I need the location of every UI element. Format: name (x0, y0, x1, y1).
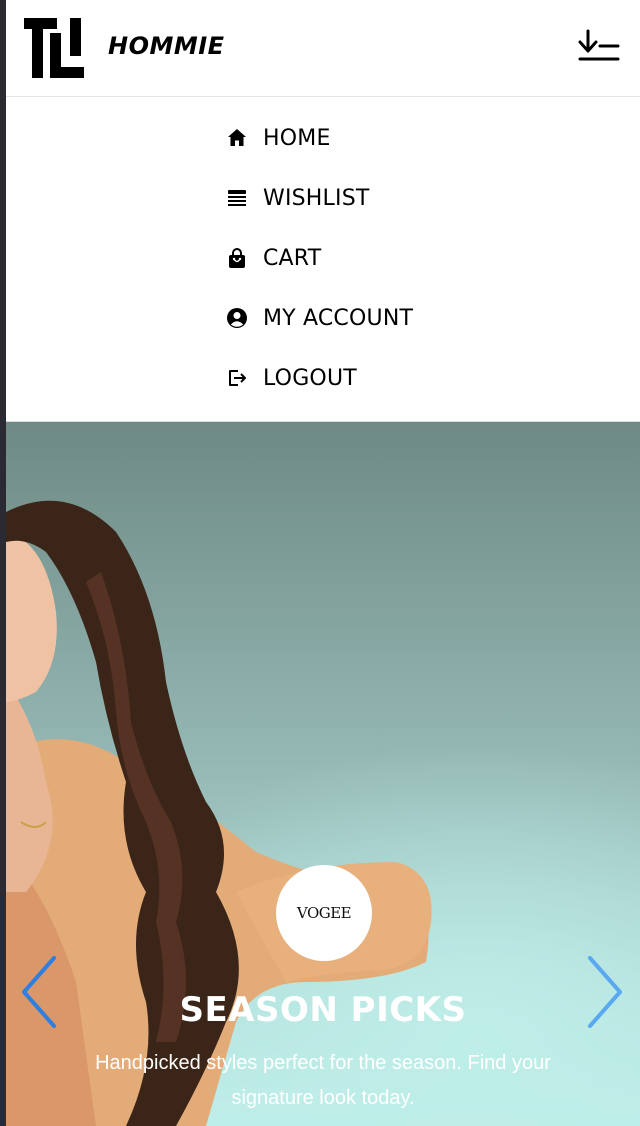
nav-item-home[interactable]: HOME (226, 118, 486, 158)
hommie-logo-icon[interactable] (24, 18, 84, 78)
app-frame: HOMMIE HOME WISHLIST CART MY ACCOUNT LOG… (6, 0, 640, 1126)
list-icon (228, 190, 246, 206)
hero-carousel: VOGEE SEASON PICKS Handpicked styles per… (6, 422, 640, 1126)
nav-label-my-account: MY ACCOUNT (263, 305, 414, 331)
nav-label-wishlist: WISHLIST (263, 185, 370, 211)
badge-logo-text: VOGEE (296, 904, 352, 922)
sort-menu-icon[interactable] (576, 28, 624, 68)
site-header: HOMMIE (6, 0, 640, 97)
nav-item-logout[interactable]: LOGOUT (226, 358, 486, 398)
shopping-bag-icon (229, 248, 245, 268)
nav-item-wishlist[interactable]: WISHLIST (226, 178, 486, 218)
brand-badge[interactable]: VOGEE (276, 865, 372, 961)
brand-name[interactable]: HOMMIE (108, 32, 225, 60)
nav-label-cart: CART (263, 245, 322, 271)
hero-subtitle: Handpicked styles perfect for the season… (95, 1052, 551, 1109)
dropdown-nav: HOME WISHLIST CART MY ACCOUNT LOGOUT (6, 98, 640, 422)
nav-label-home: HOME (263, 125, 331, 151)
nav-label-logout: LOGOUT (263, 365, 357, 391)
user-circle-icon (227, 308, 247, 328)
hero-title: SEASON PICKS (179, 990, 467, 1030)
home-icon (228, 129, 246, 146)
nav-item-my-account[interactable]: MY ACCOUNT (226, 298, 486, 338)
chevron-right-icon[interactable] (584, 952, 626, 1032)
nav-item-cart[interactable]: CART (226, 238, 486, 278)
logout-icon (229, 370, 246, 386)
chevron-left-icon[interactable] (18, 952, 60, 1032)
